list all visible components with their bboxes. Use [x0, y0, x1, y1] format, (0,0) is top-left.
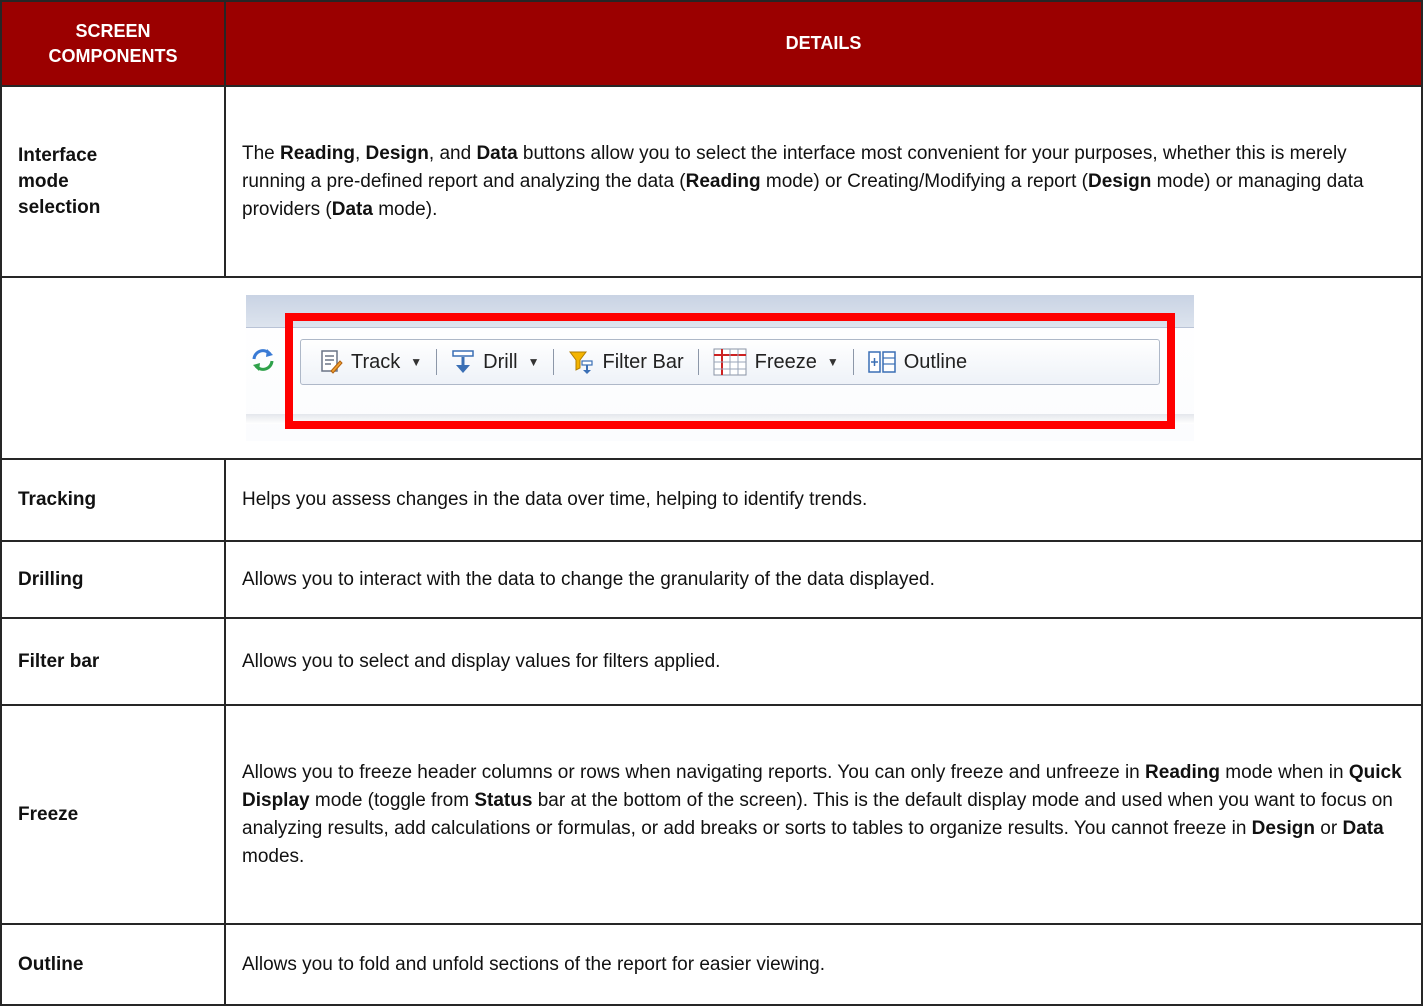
text-run: or [1315, 817, 1343, 839]
desc-interface-mode-selection: The Reading, Design, and Data buttons al… [224, 85, 1423, 278]
bold-term: Reading [685, 170, 761, 192]
header-col1-line2: COMPONENTS [48, 45, 178, 66]
header-details: DETAILS [224, 0, 1423, 87]
bold-term: Data [476, 142, 518, 164]
desc-outline: Allows you to fold and unfold sections o… [224, 923, 1423, 1006]
components-table: SCREEN COMPONENTS DETAILS Interface mode … [0, 0, 1423, 1006]
bold-term: Design [1251, 817, 1316, 839]
table-row: Tracking Helps you assess changes in the… [0, 458, 1423, 542]
text-run: , [354, 142, 366, 164]
bold-term: Design [1087, 170, 1152, 192]
bold-term: Data [1342, 817, 1384, 839]
label-outline: Outline [0, 923, 226, 1006]
text-run: mode) or Creating/Modifying a report ( [760, 170, 1088, 192]
bold-term: Reading [280, 142, 355, 164]
table-row: Freeze Allows you to freeze header colum… [0, 704, 1423, 925]
label-line: mode [18, 170, 69, 192]
label-line: selection [18, 196, 101, 218]
header-screen-components: SCREEN COMPONENTS [0, 0, 226, 87]
label-interface-mode-selection: Interface mode selection [0, 85, 226, 278]
text-run: mode (toggle from [309, 789, 475, 811]
text-run: mode when in [1219, 761, 1349, 783]
bold-term: Data [331, 198, 373, 220]
bold-term: Reading [1145, 761, 1220, 783]
table-row: Outline Allows you to fold and unfold se… [0, 923, 1423, 1006]
label-drilling: Drilling [0, 540, 226, 619]
label-freeze: Freeze [0, 704, 226, 925]
refresh-icon[interactable] [248, 345, 278, 375]
desc-filter-bar: Allows you to select and display values … [224, 617, 1423, 706]
label-line: Interface [18, 144, 98, 166]
table-row: Drilling Allows you to interact with the… [0, 540, 1423, 619]
table-header-row: SCREEN COMPONENTS DETAILS [0, 0, 1423, 87]
highlight-box [285, 313, 1175, 429]
toolbar-screenshot-cell: Track ▼ Drill ▼ Filter Bar Freeze ▼ Outl… [0, 276, 1423, 460]
text-run: mode). [372, 198, 438, 220]
toolbar-screenshot: Track ▼ Drill ▼ Filter Bar Freeze ▼ Outl… [246, 295, 1194, 441]
toolbar-screenshot-row: Track ▼ Drill ▼ Filter Bar Freeze ▼ Outl… [0, 276, 1423, 460]
text-run: modes. [242, 845, 305, 867]
text-run: , and [428, 142, 477, 164]
bold-term: Design [365, 142, 429, 164]
desc-tracking: Helps you assess changes in the data ove… [224, 458, 1423, 542]
table-row: Filter bar Allows you to select and disp… [0, 617, 1423, 706]
label-tracking: Tracking [0, 458, 226, 542]
bold-term: Status [474, 789, 533, 811]
label-filter-bar: Filter bar [0, 617, 226, 706]
desc-drilling: Allows you to interact with the data to … [224, 540, 1423, 619]
text-run: The [242, 142, 281, 164]
table-row: Interface mode selection The Reading, De… [0, 85, 1423, 278]
text-run: Allows you to freeze header columns or r… [242, 761, 1146, 783]
header-col1-line1: SCREEN [75, 20, 151, 41]
desc-freeze: Allows you to freeze header columns or r… [224, 704, 1423, 925]
